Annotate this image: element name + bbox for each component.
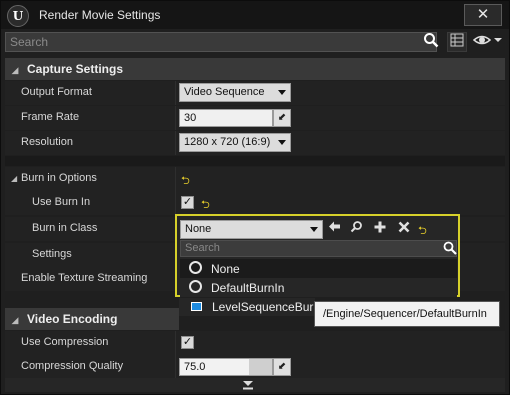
expand-icon: ◢	[11, 174, 18, 183]
column-divider	[175, 167, 176, 191]
burn-in-group: ◢ Burn in Options	[11, 172, 97, 184]
resolution-dropdown[interactable]: 1280 x 720 (16:9)	[179, 133, 291, 152]
class-option-label: None	[211, 262, 240, 276]
eye-icon[interactable]	[472, 32, 504, 52]
drag-handle-icon[interactable]: ⬋	[273, 109, 291, 127]
class-search-input[interactable]: Search	[180, 240, 457, 257]
row-use-burn-in: Use Burn In ✓ ⮌	[5, 191, 505, 215]
section-video-encoding[interactable]: ◢ Video Encoding	[5, 308, 175, 330]
dropdown-arrow-icon	[278, 140, 286, 145]
column-divider	[175, 106, 176, 130]
drag-handle-icon[interactable]: ⬋	[273, 358, 291, 376]
class-child-label: LevelSequenceBur	[212, 300, 314, 314]
unreal-logo-icon: U	[7, 5, 29, 27]
radio-icon	[189, 280, 202, 293]
section-spacer	[5, 156, 505, 166]
checkmark-icon: ✓	[182, 196, 193, 208]
row-resolution: Resolution 1280 x 720 (16:9)	[5, 131, 505, 155]
class-option-child[interactable]: LevelSequenceBur	[179, 298, 315, 316]
window-title: Render Movie Settings	[39, 8, 161, 22]
dropdown-arrow-icon	[278, 90, 286, 95]
output-format-label: Output Format	[21, 86, 92, 98]
radio-icon	[189, 261, 202, 274]
column-divider	[175, 355, 176, 379]
texture-streaming-label: Enable Texture Streaming	[21, 272, 148, 284]
class-option-label: DefaultBurnIn	[211, 281, 285, 295]
row-use-compression: Use Compression ✓	[5, 331, 505, 355]
browse-icon[interactable]	[350, 220, 363, 236]
close-icon: ✕	[476, 6, 490, 23]
section-encoding-title: Video Encoding	[27, 312, 118, 326]
search-icon	[443, 241, 457, 258]
use-burn-in-label: Use Burn In	[32, 196, 91, 208]
row-frame-rate: Frame Rate 30 ⬋	[5, 106, 505, 130]
class-option-none[interactable]: None	[180, 259, 457, 278]
settings-label: Settings	[32, 248, 72, 260]
reset-to-default-icon[interactable]: ⮌	[181, 172, 190, 191]
column-divider	[175, 131, 176, 155]
class-icon	[191, 302, 202, 311]
row-output-format: Output Format Video Sequence	[5, 81, 505, 105]
section-header-fill	[175, 308, 179, 330]
reset-to-default-icon[interactable]: ⮌	[418, 222, 427, 241]
row-compression-quality: Compression Quality 75.0 ⬋	[5, 355, 505, 379]
class-path-tooltip: /Engine/Sequencer/DefaultBurnIn	[314, 301, 500, 327]
burn-in-class-dropdown[interactable]: None	[180, 220, 323, 239]
render-movie-settings-window: U Render Movie Settings ✕ Search ◢ Captur…	[0, 0, 510, 395]
dropdown-arrow-icon	[310, 227, 318, 232]
output-format-value: Video Sequence	[184, 86, 265, 98]
search-icon	[421, 32, 441, 52]
compression-quality-label: Compression Quality	[21, 360, 124, 372]
burn-in-class-label: Burn in Class	[32, 222, 98, 234]
details-search-row: Search	[5, 32, 505, 54]
reset-to-default-icon[interactable]: ⮌	[201, 196, 210, 215]
title-bar: U Render Movie Settings ✕	[1, 1, 509, 29]
column-divider	[175, 331, 176, 355]
checkmark-icon: ✓	[182, 336, 193, 348]
compression-quality-slider[interactable]: 75.0	[179, 358, 273, 376]
column-divider	[175, 81, 176, 105]
expand-icon: ◢	[11, 315, 19, 325]
back-arrow-icon[interactable]	[328, 220, 341, 236]
section-capture-title: Capture Settings	[27, 62, 124, 76]
use-compression-checkbox[interactable]: ✓	[181, 336, 194, 349]
close-button[interactable]: ✕	[464, 4, 502, 26]
clear-icon[interactable]	[398, 220, 410, 236]
grid-view-icon[interactable]	[447, 32, 467, 52]
burn-in-options-label: Burn in Options	[21, 172, 97, 184]
section-capture-settings[interactable]: ◢ Capture Settings	[5, 58, 505, 80]
use-compression-label: Use Compression	[21, 336, 109, 348]
column-divider	[175, 191, 176, 215]
resolution-label: Resolution	[21, 136, 73, 148]
expand-icon: ◢	[11, 65, 19, 75]
search-input[interactable]: Search	[5, 32, 437, 52]
class-picker-popup: None ⮌ Search None DefaultBurnIn	[175, 214, 460, 297]
frame-rate-label: Frame Rate	[21, 111, 80, 123]
scroll-more-indicator[interactable]	[5, 378, 505, 392]
output-format-dropdown[interactable]: Video Sequence	[179, 83, 291, 102]
resolution-value: 1280 x 720 (16:9)	[184, 136, 271, 148]
class-option-defaultburnin[interactable]: DefaultBurnIn	[180, 278, 457, 297]
row-burn-in-options[interactable]: ◢ Burn in Options ⮌	[5, 167, 505, 191]
frame-rate-input[interactable]: 30	[179, 109, 273, 127]
burn-in-class-value: None	[185, 223, 212, 235]
add-icon[interactable]	[374, 220, 386, 236]
compression-quality-value: 75.0	[184, 361, 206, 373]
use-burn-in-checkbox[interactable]: ✓	[181, 196, 194, 209]
